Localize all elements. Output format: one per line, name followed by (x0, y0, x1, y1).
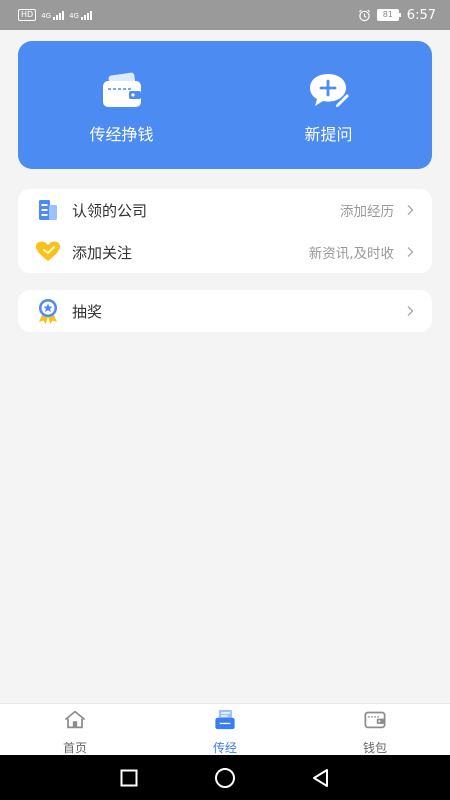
wallet-icon (364, 711, 386, 729)
chevron-right-icon (407, 247, 414, 257)
signal-icon: 4G (41, 10, 65, 20)
claimed-companies-row[interactable]: 认领的公司 添加经历 (18, 189, 432, 231)
tab-share-experience[interactable]: 传经 (150, 704, 300, 756)
network-type-label: 4G (41, 11, 52, 20)
signal-icon: 4G (69, 10, 92, 20)
lottery-card: 抽奖 (18, 290, 432, 332)
hero-card: 传经挣钱 新提问 (18, 41, 432, 169)
tab-wallet-label: 钱包 (362, 741, 387, 755)
tab-wallet[interactable]: 钱包 (300, 704, 450, 756)
add-question-icon (309, 74, 351, 109)
earn-by-sharing-label: 传经挣钱 (89, 125, 154, 144)
add-follow-label: 添加关注 (72, 243, 133, 262)
back-button[interactable] (309, 766, 333, 790)
bottom-tab-bar: 首页 传经 钱包 (0, 703, 450, 756)
new-question-label: 新提问 (304, 125, 353, 144)
home-circle-icon (215, 767, 235, 788)
battery-level: 81 (376, 9, 399, 21)
lottery-row[interactable]: 抽奖 (18, 290, 432, 332)
add-follow-row[interactable]: 添加关注 新资讯,及时收 (18, 231, 432, 273)
status-time: 6:57 (406, 7, 436, 23)
tab-home[interactable]: 首页 (0, 704, 150, 756)
building-icon (35, 197, 61, 223)
hd-badge: HD (18, 9, 37, 21)
battery-icon: 81 (376, 9, 401, 21)
news-hint: 新资讯,及时收 (308, 246, 394, 262)
medal-icon (35, 298, 61, 324)
lottery-label: 抽奖 (72, 302, 103, 321)
recent-apps-icon (120, 769, 138, 786)
chevron-right-icon (407, 306, 414, 316)
tab-share-experience-label: 传经 (212, 741, 237, 755)
back-icon (313, 768, 328, 787)
system-nav-bar (0, 755, 450, 800)
add-experience-hint: 添加经历 (340, 204, 394, 220)
tab-home-label: 首页 (62, 741, 87, 755)
wallet-icon (102, 72, 141, 107)
claimed-companies-label: 认领的公司 (72, 201, 148, 220)
home-icon (64, 710, 86, 729)
recent-apps-button[interactable] (117, 766, 141, 790)
settings-card: 认领的公司 添加经历 添加关注 新资讯,及时收 (18, 189, 432, 273)
network-type-label: 4G (69, 11, 79, 20)
status-bar: HD 4G 4G 81 6:57 (0, 0, 450, 30)
new-question-button[interactable]: 新提问 (225, 41, 432, 169)
alarm-icon (358, 9, 370, 21)
heart-icon (35, 239, 61, 265)
earn-by-sharing-button[interactable]: 传经挣钱 (18, 41, 225, 169)
home-button[interactable] (213, 766, 237, 790)
chevron-right-icon (407, 205, 414, 215)
share-experience-icon (215, 709, 235, 730)
